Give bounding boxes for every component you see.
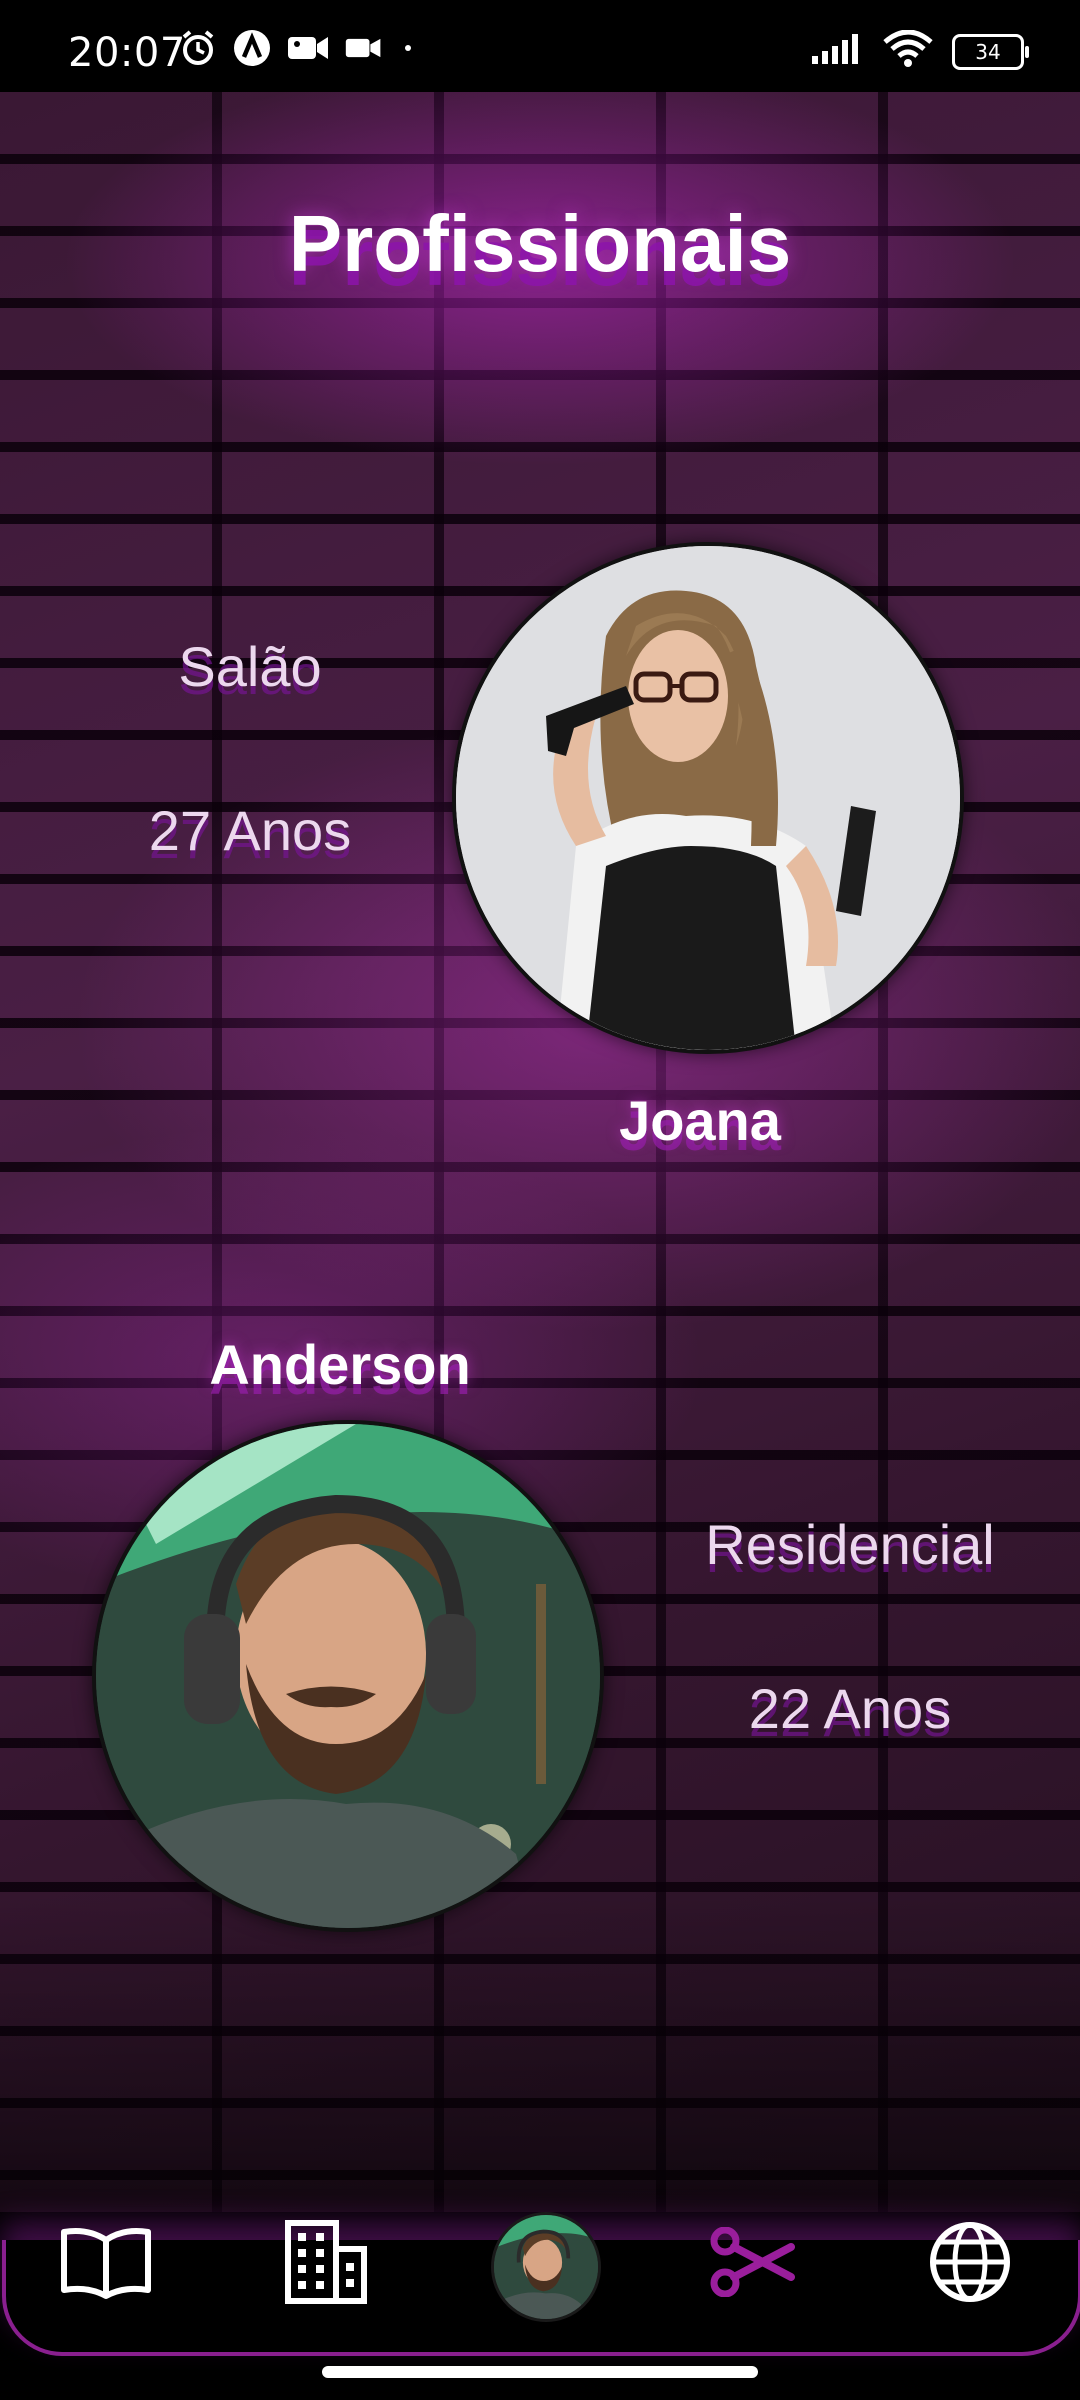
book-icon: [58, 2222, 154, 2307]
video-camera-icon: [286, 30, 330, 71]
professional-age: 27 Anos: [148, 799, 352, 862]
professional-photo-anderson[interactable]: [92, 1420, 604, 1932]
nav-building[interactable]: [276, 2214, 376, 2314]
building-icon: [284, 2219, 368, 2310]
home-indicator[interactable]: [322, 2366, 758, 2378]
brick-wall-background: [0, 92, 1080, 2212]
battery-icon: 34: [952, 33, 1029, 70]
status-icons-left: [178, 28, 418, 73]
signal-icon: [810, 32, 864, 71]
professional-name[interactable]: Joana: [560, 1088, 840, 1153]
wifi-icon: [882, 29, 934, 73]
a-badge-icon: [232, 28, 272, 73]
video-camera-icon: [344, 30, 384, 71]
dot-icon: [398, 38, 418, 63]
professional-place: Salão: [178, 635, 322, 698]
status-time: 20:07: [68, 30, 186, 76]
professional-place: Residencial: [705, 1513, 995, 1576]
page-title: Profissionais: [288, 199, 792, 288]
battery-level: 34: [975, 39, 1001, 64]
nav-globe[interactable]: [920, 2214, 1020, 2314]
scissors-icon: [709, 2226, 795, 2302]
nav-scissors[interactable]: [702, 2214, 802, 2314]
professional-photo-joana[interactable]: [452, 542, 964, 1054]
alarm-icon: [178, 28, 218, 73]
professional-name[interactable]: Anderson: [160, 1332, 520, 1397]
status-icons-right: 34: [810, 29, 1029, 73]
professional-age: 22 Anos: [748, 1677, 952, 1740]
nav-book[interactable]: [56, 2214, 156, 2314]
globe-icon: [928, 2220, 1012, 2309]
status-bar: 20:07 34: [0, 0, 1080, 92]
profile-avatar[interactable]: [491, 2212, 601, 2322]
